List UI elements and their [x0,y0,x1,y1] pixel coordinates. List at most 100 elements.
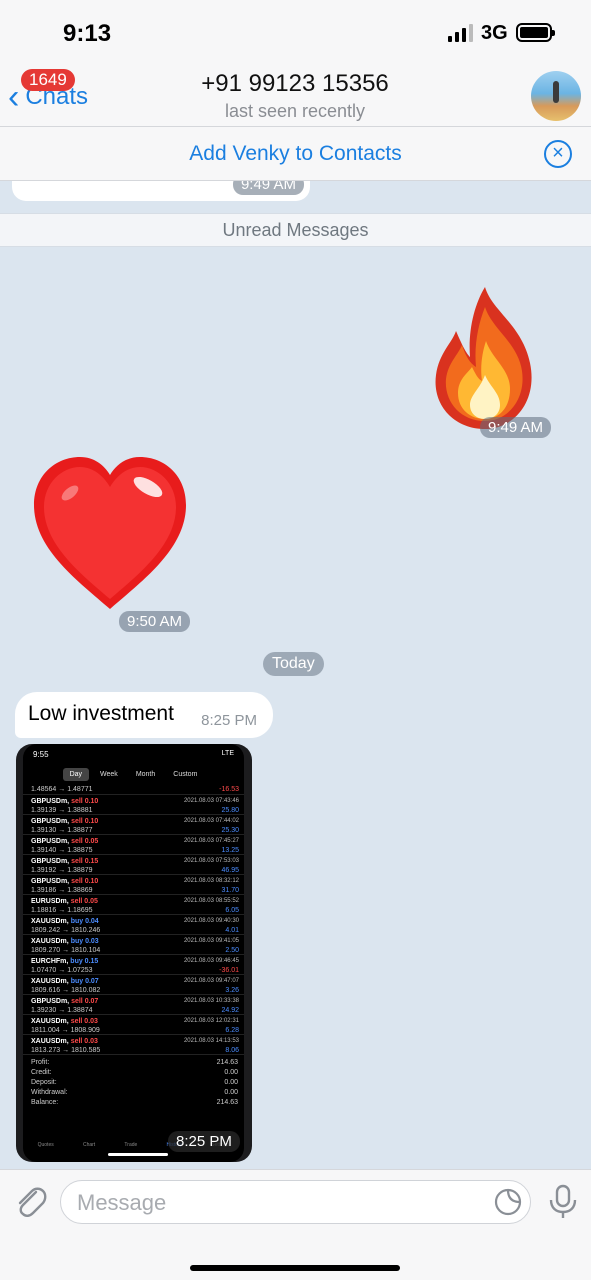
deal-date: 2021.08.03 14:13:53 [183,1038,239,1044]
deal-row: EURCHFm, buy 0.15 1.07470 → 1.07253 2021.0… [23,955,244,975]
deal-row: XAUUSDm, buy 0.03 1809.270 → 1810.104 2021… [23,935,244,955]
screenshot-home-indicator [108,1153,168,1156]
unread-divider: Unread Messages [0,213,591,247]
deal-side: sell 0.03 [70,1018,98,1025]
deal-side: buy 0.07 [70,978,99,985]
deal-date: 2021.08.03 07:43:46 [183,798,239,804]
deal-row: XAUUSDm, sell 0.03 1813.273 → 1810.585 202… [23,1035,244,1055]
message-field[interactable] [60,1180,531,1224]
total-row: Credit: 0.00 [31,1068,238,1078]
message-bubble[interactable]: 9:49 AM [12,181,310,201]
deal-side: sell 0.10 [71,798,99,805]
microphone-icon[interactable] [548,1184,578,1220]
signal-icon [448,24,473,42]
deal-date: 2021.08.03 09:47:07 [183,978,239,984]
message-input[interactable] [77,1189,477,1217]
photo-message[interactable]: 9:55 LTE Day Week Month Custom 1.48564 →… [16,744,252,1162]
deal-row: GBPUSDm, sell 0.10 1.39139 → 1.38881 2021.… [23,795,244,815]
status-bar: 9:13 3G [0,0,591,66]
heart-emoji-sticker[interactable] [30,453,190,618]
deal-profit: 2.50 [225,947,239,954]
total-value: 0.00 [224,1069,238,1076]
peer-info[interactable]: +91 99123 15356 last seen recently [140,70,450,122]
deal-price: 1811.004 → 1808.909 [31,1027,100,1034]
total-row: Profit: 214.63 [31,1058,238,1068]
screenshot-tab: Trade [124,1142,138,1148]
deal-side: sell 0.03 [70,1038,98,1045]
deal-row-partial: 1.48564 → 1.48771 -16.53 [23,785,244,795]
deal-symbol-name: GBPUSDm, [31,798,70,805]
deal-symbol-name: XAUUSDm, [31,938,69,945]
deal-date: 2021.08.03 09:46:45 [183,958,239,964]
deal-side: buy 0.15 [70,958,99,965]
deal-side: sell 0.07 [71,998,99,1005]
deal-row: GBPUSDm, sell 0.07 1.39230 → 1.38874 2021.… [23,995,244,1015]
add-contact-button[interactable]: Add Venky to Contacts [0,142,591,166]
photo-time: 8:25 PM [168,1131,240,1152]
deal-symbol-name: EURCHFm, [31,958,69,965]
deal-profit: 13.25 [221,847,239,854]
total-row: Withdrawal: 0.00 [31,1088,238,1098]
deal-profit: 3.26 [225,987,239,994]
total-row: Deposit: 0.00 [31,1078,238,1088]
deal-date: 2021.08.03 08:55:52 [183,898,239,904]
fire-emoji-sticker[interactable] [430,283,540,438]
deal-row: XAUUSDm, buy 0.04 1809.242 → 1810.246 2021… [23,915,244,935]
deal-profit: 8.06 [225,1047,239,1054]
deal-side: buy 0.04 [70,918,99,925]
deal-side: sell 0.15 [71,858,99,865]
deal-row: GBPUSDm, sell 0.10 1.39130 → 1.38877 2021.… [23,815,244,835]
deal-price: 1.18816 → 1.18695 [31,907,93,914]
deal-profit: 24.92 [221,1007,239,1014]
deal-symbol-name: GBPUSDm, [31,878,70,885]
deal-profit: 31.70 [221,887,239,894]
deal-date: 2021.08.03 07:44:02 [183,818,239,824]
trade-history-screenshot: 9:55 LTE Day Week Month Custom 1.48564 →… [23,744,244,1162]
period-tab: Week [100,771,118,778]
deal-symbol-name: GBPUSDm, [31,998,70,1005]
sticker-icon[interactable] [494,1188,522,1216]
deal-price: 1.39192 → 1.38879 [31,867,93,874]
chevron-left-icon: ‹ [8,78,20,116]
total-label: Balance: [31,1099,59,1106]
avatar[interactable] [531,71,581,121]
deal-date: 2021.08.03 09:40:30 [183,918,239,924]
text-message-bubble[interactable]: Low investment 8:25 PM [15,692,273,738]
deal-profit: 25.30 [221,827,239,834]
deal-profit: -36.01 [219,967,239,974]
deal-price: 1.07470 → 1.07253 [31,967,93,974]
total-value: 0.00 [224,1089,238,1096]
deal-profit: 46.95 [221,867,239,874]
screenshot-status-bar: 9:55 LTE [23,744,244,766]
period-tabs: Day Week Month Custom [23,768,244,781]
deal-symbol-name: XAUUSDm, [31,1018,69,1025]
status-time: 9:13 [63,20,112,47]
deal-price: 1.39186 → 1.38869 [31,887,93,894]
deal-symbol-name: GBPUSDm, [31,818,70,825]
screenshot-tab: Chart [82,1142,96,1148]
total-label: Deposit: [31,1079,57,1086]
deal-row: XAUUSDm, buy 0.07 1809.616 → 1810.082 2021… [23,975,244,995]
screenshot-time: 9:55 [33,750,49,759]
peer-status: last seen recently [224,101,366,121]
deal-side: buy 0.03 [70,938,99,945]
totals-summary: Profit: 214.63 Credit: 0.00 Deposit: 0.00 With… [23,1055,244,1108]
deal-profit: 4.01 [225,927,239,934]
total-row: Balance: 214.63 [31,1098,238,1108]
deal-side: sell 0.10 [71,818,99,825]
deal-side: sell 0.05 [71,838,99,845]
total-value: 214.63 [216,1099,238,1106]
deal-price: 1.48564 → 1.48771 [31,786,93,793]
deal-row: GBPUSDm, sell 0.15 1.39192 → 1.38879 2021.… [23,855,244,875]
chat-area[interactable]: 9:49 AM Unread Messages 9:49 AM 9:50 AM … [0,181,591,1169]
deal-price: 1809.616 → 1810.082 [31,987,101,994]
deal-profit: 25.80 [221,807,239,814]
deal-list: GBPUSDm, sell 0.10 1.39139 → 1.38881 2021.… [23,795,244,1055]
peer-name: +91 99123 15356 [201,70,389,97]
close-icon[interactable]: × [544,140,572,168]
message-text: Low investment [28,702,174,725]
deal-row: XAUUSDm, sell 0.03 1811.004 → 1808.909 202… [23,1015,244,1035]
deal-profit: -16.53 [219,786,239,793]
message-time: 9:49 AM [232,181,304,195]
paperclip-icon[interactable] [12,1184,48,1220]
